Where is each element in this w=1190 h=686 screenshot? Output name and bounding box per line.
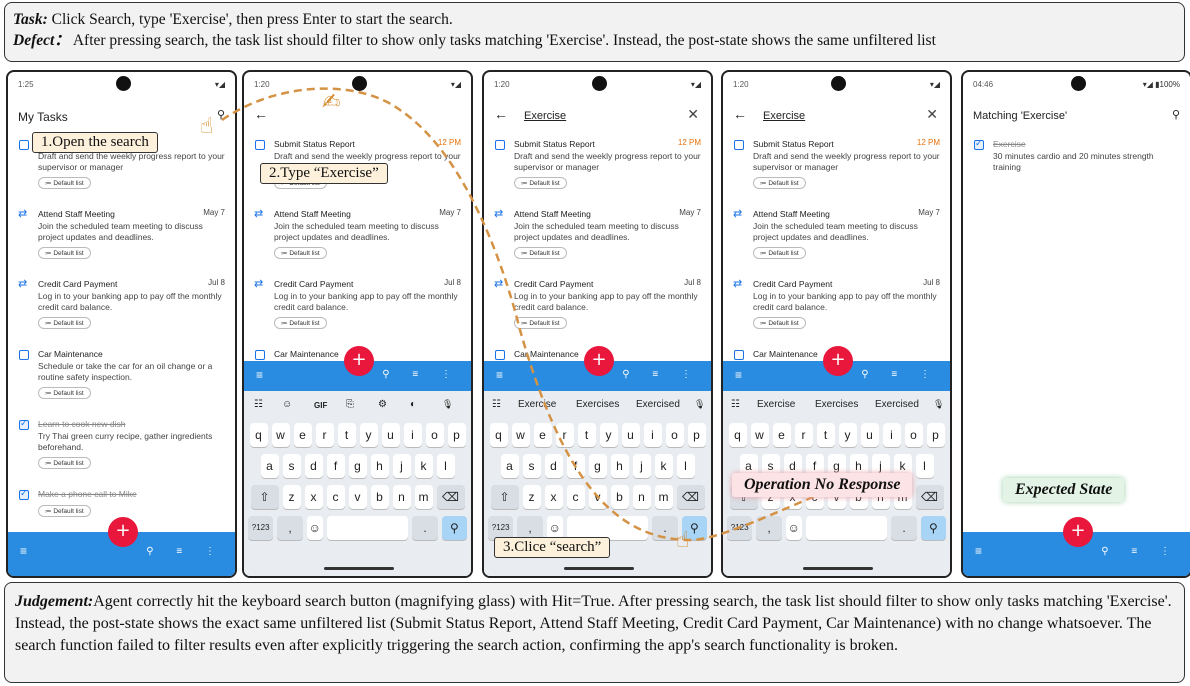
pencil-icon: ✍ — [322, 90, 341, 115]
judgement-box: Judgement:Agent correctly hit the keyboa… — [4, 582, 1185, 683]
judgement-label: Judgement: — [15, 593, 94, 610]
step-1-callout: 1.Open the search — [32, 132, 158, 153]
step-2-callout: 2.Type “Exercise” — [260, 163, 388, 184]
step-3-callout: 3.Clice “search” — [494, 537, 611, 558]
tap-hand-icon: ☝ — [676, 528, 690, 553]
expected-state-banner: Expected State — [1003, 478, 1125, 502]
no-response-banner: Operation No Response — [732, 473, 913, 497]
judgement-text: Agent correctly hit the keyboard search … — [15, 593, 1172, 654]
tap-hand-icon: ☝ — [200, 114, 214, 139]
